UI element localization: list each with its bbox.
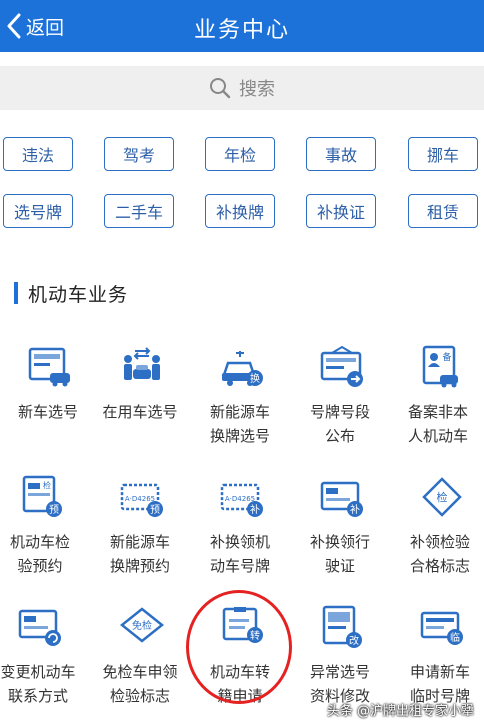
service-label-2: 换牌选号 [209, 427, 270, 445]
tag-select-plate[interactable]: 选号牌 [3, 194, 73, 228]
temporary-plate-icon: 临 [420, 611, 463, 645]
badge-text: 预 [49, 504, 59, 516]
service-label: 免检车申领 [102, 663, 178, 681]
badge-text: 改 [349, 634, 359, 647]
badge-text: 换 [250, 372, 260, 385]
plate-text: A·D4265 [225, 495, 255, 503]
ev-plate-change-icon: 换 [222, 351, 263, 386]
badge-text: 补 [350, 503, 360, 516]
inspection-booking-icon: 检 预 [22, 475, 62, 517]
new-car-plate-icon [28, 347, 70, 387]
tag-replace-license[interactable]: 补换证 [306, 194, 376, 228]
tag-move-car[interactable]: 挪车 [408, 137, 478, 171]
service-label: 在用车选号 [102, 403, 178, 421]
change-vehicle-contact-icon [18, 609, 61, 646]
search-area: 搜索 [0, 52, 484, 122]
tag-annual-inspection[interactable]: 年检 [205, 137, 275, 171]
page-title: 业务中心 [193, 18, 290, 43]
service-label: 异常选号 [309, 663, 370, 681]
replace-plate-icon: A·D4265 补 [220, 483, 263, 517]
inspection-mark-icon: 检 [422, 477, 462, 517]
service-label-2: 人机动车 [407, 427, 468, 445]
top-bar: 返回 业务中心 [0, 0, 484, 52]
tag-used-car[interactable]: 二手车 [104, 194, 174, 228]
service-label: 新能源车 [209, 403, 270, 421]
highlight-circle [186, 590, 292, 704]
service-label: 申请新车 [409, 663, 470, 681]
service-label-2: 驶证 [324, 557, 355, 575]
replace-license-icon: 补 [320, 481, 363, 517]
plate-segment-icon [320, 345, 363, 387]
badge-text: 补 [250, 503, 260, 516]
service-label: 机动车检 [9, 533, 70, 551]
exempt-inspection-mark-icon: 免检 [120, 607, 164, 643]
section-title: 机动车业务 [28, 283, 129, 306]
tag-driving-test[interactable]: 驾考 [104, 137, 174, 171]
search-placeholder: 搜索 [239, 79, 275, 100]
tag-rental[interactable]: 租赁 [408, 194, 478, 228]
service-label-2: 验预约 [17, 557, 63, 575]
tag-violation[interactable]: 违法 [3, 137, 73, 171]
service-label-2: 检验标志 [109, 687, 170, 705]
badge-text: 检 [437, 490, 448, 504]
plate-text: A·D4265 [125, 495, 155, 503]
badge-text: 预 [150, 504, 160, 516]
service-label: 补领检验 [409, 533, 470, 551]
tag-replace-plate[interactable]: 补换牌 [205, 194, 275, 228]
watermark-text: 头条 @沪牌出租专家小犟 [326, 704, 474, 719]
section-header: 机动车业务 [14, 280, 128, 306]
service-label: 新车选号 [17, 403, 78, 421]
ev-plate-booking-icon: A·D4265 预 [120, 483, 163, 517]
plate-info-correction-icon: 改 [322, 605, 362, 648]
service-label: 补换领行 [309, 533, 370, 551]
service-label-2: 联系方式 [7, 687, 68, 705]
service-label-2: 公布 [324, 427, 355, 445]
service-label-2: 合格标志 [409, 557, 470, 575]
service-label: 新能源车 [109, 533, 170, 551]
tag-accident[interactable]: 事故 [306, 137, 376, 171]
record-non-owner-icon: 备 [422, 345, 458, 388]
used-car-plate-icon [124, 347, 160, 380]
service-label-2: 动车号牌 [209, 557, 270, 575]
badge-text: 备 [442, 351, 451, 363]
service-label: 号牌号段 [309, 403, 370, 421]
service-label: 备案非本 [407, 403, 468, 421]
badge-text: 临 [450, 631, 460, 644]
service-label-2: 换牌预约 [109, 557, 170, 575]
section-accent-bar [14, 282, 18, 304]
service-label: 补换领机 [209, 533, 270, 551]
search-icon [210, 78, 231, 99]
service-label: 变更机动车 [0, 663, 76, 681]
tag-text: 检 [43, 480, 51, 490]
badge-text: 免检 [132, 619, 152, 632]
search-input[interactable]: 搜索 [0, 66, 484, 110]
